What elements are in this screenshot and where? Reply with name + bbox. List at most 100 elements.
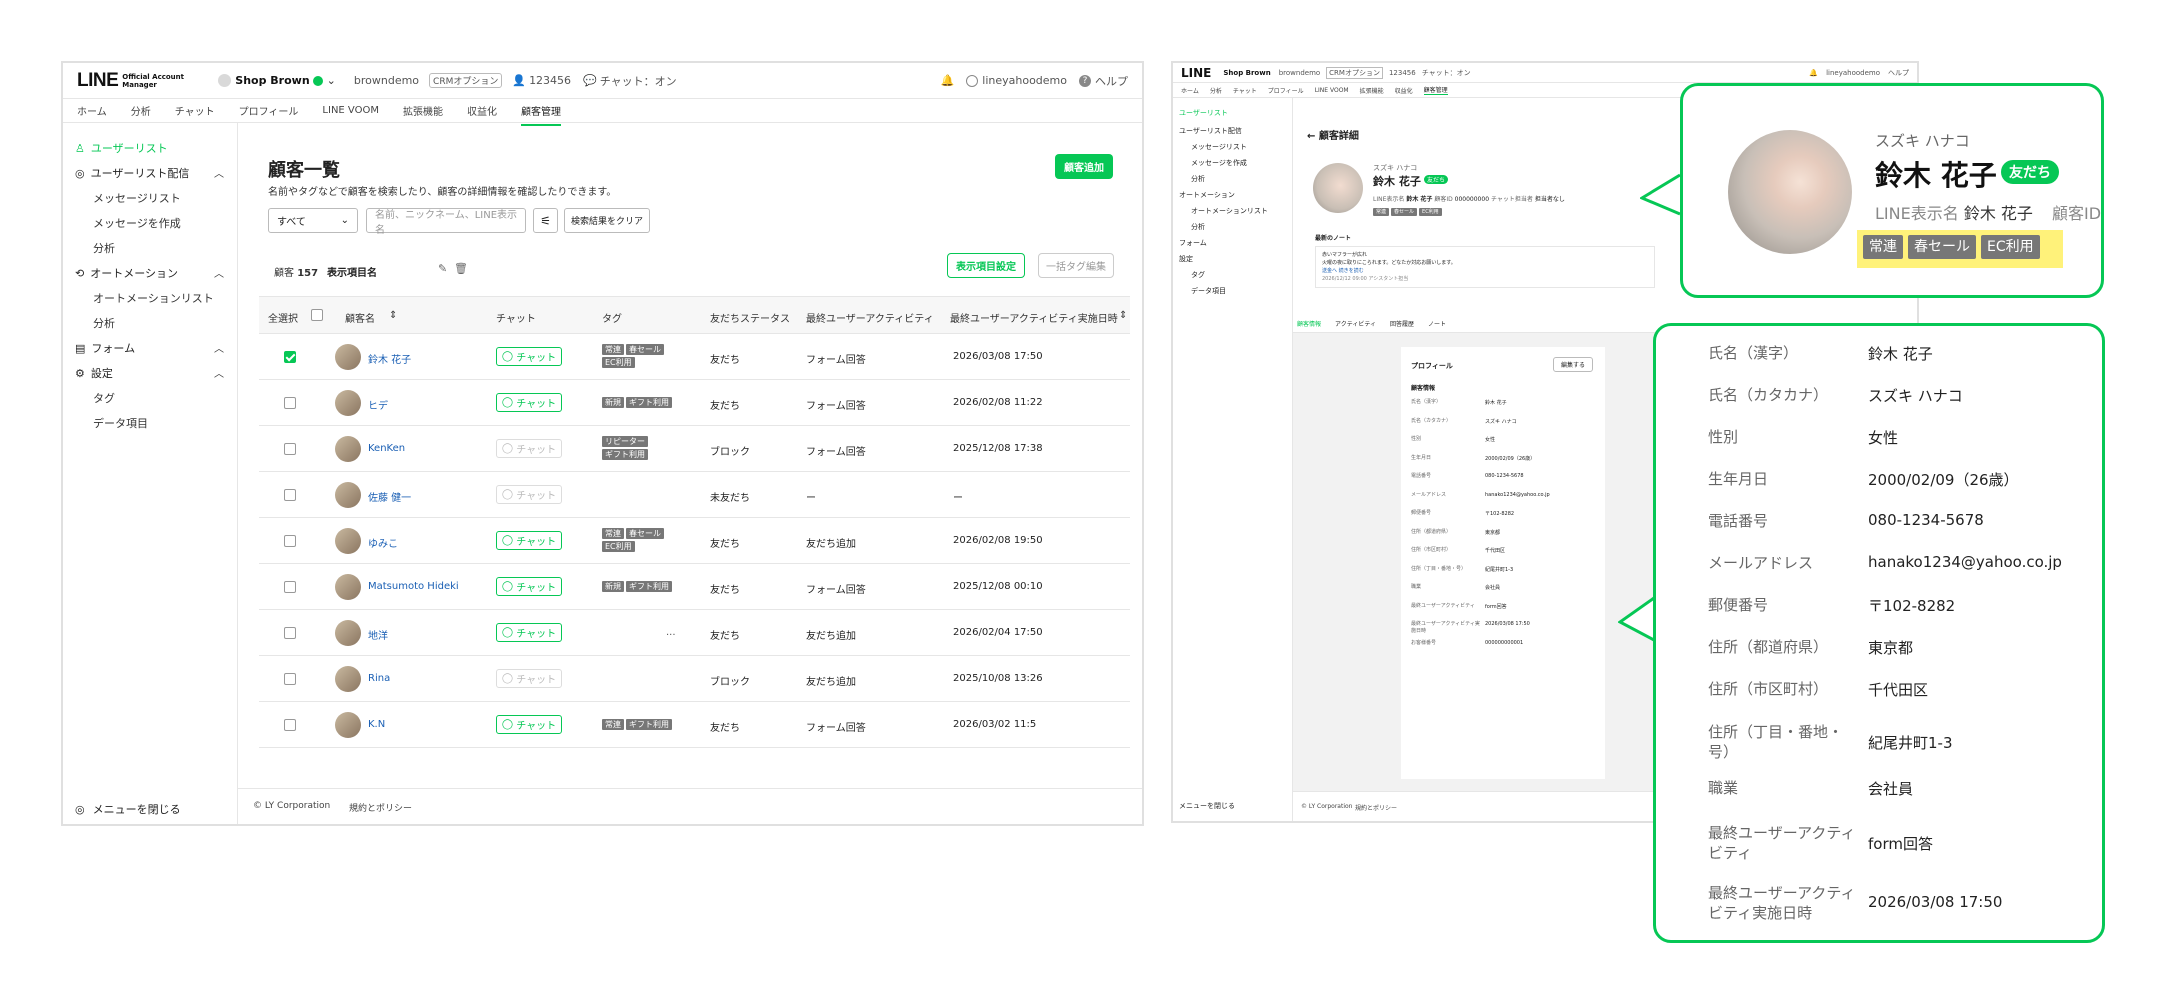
edit-icon[interactable]: ✎ (438, 262, 447, 275)
table-row[interactable]: 地洋 ◯ チャット ... 友だち 友だち追加 2026/02/04 17:50 (259, 610, 1130, 656)
customer-name-link[interactable]: K.N (368, 719, 385, 730)
nav-monetize[interactable]: 収益化 (467, 103, 497, 118)
sort-icon[interactable]: ⇕ (389, 310, 397, 321)
sidebar-item-form[interactable]: ▤ フォーム (75, 340, 135, 356)
row-checkbox[interactable] (284, 627, 296, 639)
user-name[interactable]: lineyahoodemo (1826, 69, 1880, 77)
chevron-up-icon[interactable]: ︿ (214, 340, 224, 355)
sidebar-item[interactable]: オートメーションリスト (1191, 206, 1268, 216)
chat-button[interactable]: ◯ チャット (496, 623, 562, 642)
table-row[interactable]: 鈴木 花子 ◯ チャット 常連 春セール EC利用 友だち フォーム回答 2026/… (259, 334, 1130, 380)
sidebar-item-data[interactable]: データ項目 (93, 415, 148, 431)
note-read-more[interactable]: 送金へ 続きを読む (1322, 267, 1648, 275)
close-menu-button[interactable]: ◎ メニューを閉じる (75, 801, 181, 817)
chat-status[interactable]: チャット：オン (600, 73, 677, 89)
customer-name-link[interactable]: Rina (368, 673, 390, 684)
sidebar-item-analysis[interactable]: 分析 (93, 240, 115, 256)
search-input[interactable]: 名前、ニックネーム、LINE表示名 (366, 208, 526, 236)
help-link[interactable]: ヘルプ (1888, 68, 1909, 78)
table-row[interactable]: ヒデ ◯ チャット 新規 ギフト利用 友だち フォーム回答 2026/02/08 … (259, 380, 1130, 426)
sidebar-item-delivery[interactable]: ◎ ユーザーリスト配信 (75, 165, 189, 181)
row-checkbox[interactable] (284, 351, 296, 363)
sidebar-item[interactable]: 分析 (1191, 222, 1205, 232)
tab-customer-info[interactable]: 顧客情報 (1297, 319, 1321, 332)
sidebar-item-tag[interactable]: タグ (93, 390, 115, 406)
customer-name-link[interactable]: 鈴木 花子 (368, 351, 411, 366)
customer-name-link[interactable]: ヒデ (368, 397, 388, 412)
chat-button[interactable]: ◯ チャット (496, 577, 562, 596)
back-title[interactable]: ← 顧客詳細 (1307, 127, 1359, 142)
sidebar-item[interactable]: フォーム (1179, 238, 1207, 248)
sidebar-item[interactable]: 設定 (1179, 254, 1193, 264)
nav-voom[interactable]: LINE VOOM (322, 105, 379, 116)
sidebar-item[interactable]: データ項目 (1191, 286, 1226, 296)
table-row[interactable]: KenKen ◯ チャット リピーター ギフト利用 ブロック フォーム回答 202… (259, 426, 1130, 472)
account-switcher[interactable]: Shop Brown ⌄ (218, 74, 336, 87)
sidebar-item[interactable]: オートメーション (1179, 190, 1235, 200)
nav-analysis[interactable]: 分析 (1210, 86, 1222, 95)
chevron-up-icon[interactable]: ︿ (214, 165, 224, 180)
chevron-up-icon[interactable]: ︿ (214, 365, 224, 380)
table-row[interactable]: Rina ◯ チャット ブロック 友だち追加 2025/10/08 13:26 (259, 656, 1130, 702)
tab-answers[interactable]: 回答履歴 (1390, 319, 1414, 332)
sidebar-item-analysis-2[interactable]: 分析 (93, 315, 115, 331)
sort-icon[interactable]: ⇕ (1119, 310, 1127, 321)
help-link[interactable]: ヘルプ (1095, 73, 1128, 89)
chat-button[interactable]: ◯ チャット (496, 531, 562, 550)
nav-customer-management[interactable]: 顧客管理 (1423, 85, 1448, 95)
sidebar-item[interactable]: メッセージリスト (1191, 142, 1247, 152)
select-all-checkbox[interactable] (311, 309, 323, 321)
nav-analysis[interactable]: 分析 (131, 103, 151, 118)
nav-home[interactable]: ホーム (77, 103, 107, 118)
bell-icon[interactable]: 🔔 (1809, 69, 1818, 77)
sidebar-item[interactable]: メッセージを作成 (1191, 158, 1247, 168)
trash-icon[interactable]: 🗑 (454, 262, 468, 275)
account-name[interactable]: Shop Brown (1223, 69, 1270, 77)
row-checkbox[interactable] (284, 535, 296, 547)
bulk-tag-edit-button[interactable]: 一括タグ編集 (1038, 253, 1114, 278)
add-customer-button[interactable]: 顧客追加 (1055, 154, 1113, 179)
user-name[interactable]: lineyahoodemo (982, 74, 1067, 87)
chat-status[interactable]: チャット：オン (1422, 68, 1471, 78)
customer-name-link[interactable]: 地洋 (368, 627, 388, 642)
chat-button[interactable]: ◯ チャット (496, 393, 562, 412)
filter-select[interactable]: すべて ⌄ (268, 208, 358, 233)
nav-extensions[interactable]: 拡張機能 (1360, 86, 1384, 95)
sidebar-item-userlist[interactable]: ♙ ユーザーリスト (75, 140, 168, 156)
nav-voom[interactable]: LINE VOOM (1315, 87, 1349, 94)
row-checkbox[interactable] (284, 673, 296, 685)
sidebar-item-autolist[interactable]: オートメーションリスト (93, 290, 214, 306)
sidebar-item-automation[interactable]: ⟲ オートメーション (75, 265, 178, 281)
sidebar-item-create[interactable]: メッセージを作成 (93, 215, 181, 231)
bell-icon[interactable]: 🔔 (941, 74, 955, 87)
nav-profile[interactable]: プロフィール (239, 103, 299, 118)
chat-button[interactable]: ◯ チャット (496, 715, 562, 734)
row-checkbox[interactable] (284, 581, 296, 593)
table-row[interactable]: ゆみこ ◯ チャット 常連 春セール EC利用 友だち 友だち追加 2026/02/… (259, 518, 1130, 564)
close-menu-button[interactable]: メニューを閉じる (1179, 801, 1235, 811)
chevron-up-icon[interactable]: ︿ (214, 265, 224, 280)
table-row[interactable]: Matsumoto Hideki ◯ チャット 新規 ギフト利用 友だち フォーム… (259, 564, 1130, 610)
sidebar-item[interactable]: ユーザーリスト (1179, 108, 1228, 118)
clear-search-button[interactable]: 検索結果をクリア (564, 208, 650, 233)
customer-name-link[interactable]: KenKen (368, 443, 405, 454)
row-checkbox[interactable] (284, 443, 296, 455)
customer-name-link[interactable]: 佐藤 健一 (368, 489, 411, 504)
tab-note[interactable]: ノート (1428, 319, 1446, 332)
customer-name-link[interactable]: Matsumoto Hideki (368, 581, 459, 592)
footer-policy-link[interactable]: 規約とポリシー (1355, 803, 1397, 812)
nav-home[interactable]: ホーム (1181, 86, 1199, 95)
chat-button[interactable]: ◯ チャット (496, 347, 562, 366)
nav-profile[interactable]: プロフィール (1268, 86, 1304, 95)
col-name[interactable]: 顧客名 (345, 310, 375, 325)
customer-name-link[interactable]: ゆみこ (368, 535, 398, 550)
footer-policy-link[interactable]: 規約とポリシー (349, 801, 412, 814)
table-row[interactable]: K.N ◯ チャット 常連 ギフト利用 友だち フォーム回答 2026/03/02… (259, 702, 1130, 748)
nav-chat[interactable]: チャット (175, 103, 215, 118)
nav-extensions[interactable]: 拡張機能 (403, 103, 443, 118)
tab-activity[interactable]: アクティビティ (1335, 319, 1376, 332)
sidebar-item[interactable]: ユーザーリスト配信 (1179, 126, 1242, 136)
row-checkbox[interactable] (284, 489, 296, 501)
edit-button[interactable]: 編集する (1553, 357, 1593, 372)
tag-overflow[interactable]: ... (666, 627, 676, 638)
